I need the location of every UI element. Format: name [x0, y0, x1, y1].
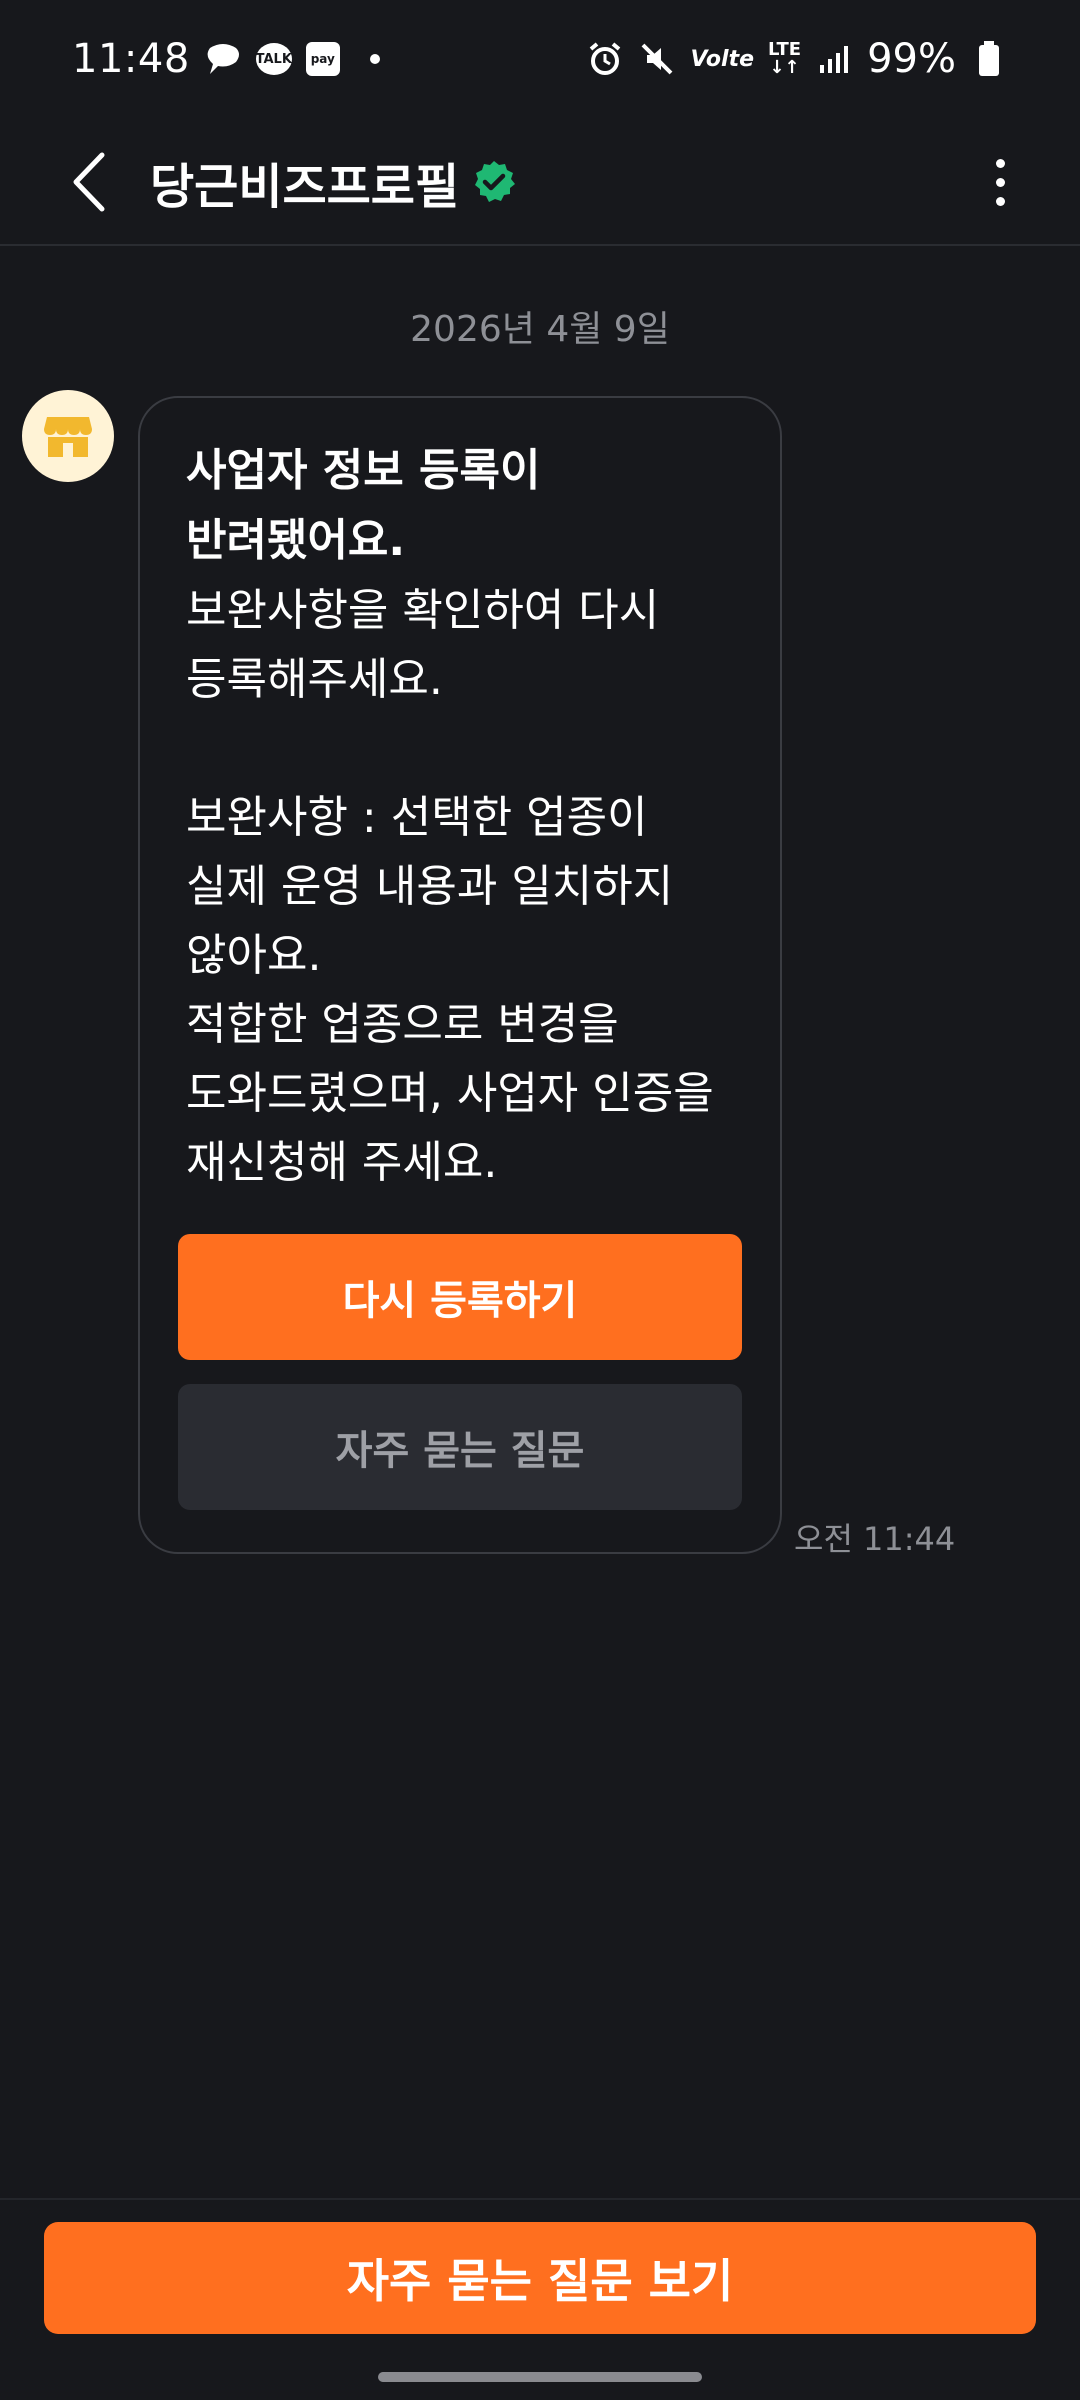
notification-dot-icon	[369, 54, 380, 64]
message-body: 보완사항을 확인하여 다시 등록해주세요. 보완사항 : 선택한 업종이 실제 …	[186, 585, 714, 1188]
battery-percent: 99%	[867, 36, 956, 82]
lte-label: LTE	[768, 39, 802, 60]
faq-button[interactable]: 자주 묻는 질문	[178, 1384, 742, 1510]
pay-icon: pay	[305, 42, 340, 76]
re-register-button[interactable]: 다시 등록하기	[178, 1234, 742, 1360]
battery-icon	[970, 40, 1008, 78]
status-time: 11:48	[72, 36, 190, 82]
back-button[interactable]	[48, 138, 128, 226]
bottom-divider	[0, 2198, 1080, 2200]
avatar[interactable]	[22, 390, 114, 482]
back-arrow-icon	[73, 152, 105, 212]
volte-icon: Volte	[690, 46, 755, 72]
page-title-text: 당근비즈프로필	[150, 159, 460, 215]
store-icon	[44, 417, 92, 457]
chat-bubble-icon	[204, 40, 242, 78]
mute-icon	[638, 40, 676, 78]
page-title: 당근비즈프로필	[150, 142, 517, 222]
more-dot-icon	[995, 158, 1005, 168]
app-header: 당근비즈프로필	[0, 118, 1080, 246]
more-dot-icon	[995, 196, 1005, 206]
message-title: 사업자 정보 등록이 반려됐어요.	[186, 445, 541, 566]
status-right: Volte LTE ↓↑ 99%	[586, 36, 1008, 82]
alarm-icon	[586, 40, 624, 78]
signal-icon	[815, 40, 853, 78]
view-faq-button[interactable]: 자주 묻는 질문 보기	[44, 2222, 1036, 2334]
status-left: 11:48 TALK pay	[72, 36, 380, 82]
kakaotalk-icon: TALK	[256, 43, 292, 75]
status-bar: 11:48 TALK pay Volte LTE ↓↑ 99%	[0, 0, 1080, 118]
lte-icon: LTE ↓↑	[768, 39, 802, 78]
more-options-button[interactable]	[968, 142, 1032, 222]
verified-badge-icon	[471, 159, 517, 205]
home-indicator[interactable]	[378, 2372, 702, 2382]
more-dot-icon	[995, 177, 1005, 187]
message-timestamp: 오전 11:44	[794, 1520, 956, 1558]
date-divider: 2026년 4월 9일	[410, 309, 670, 350]
message-bubble: 사업자 정보 등록이 반려됐어요. 보완사항을 확인하여 다시 등록해주세요. …	[138, 396, 782, 1554]
